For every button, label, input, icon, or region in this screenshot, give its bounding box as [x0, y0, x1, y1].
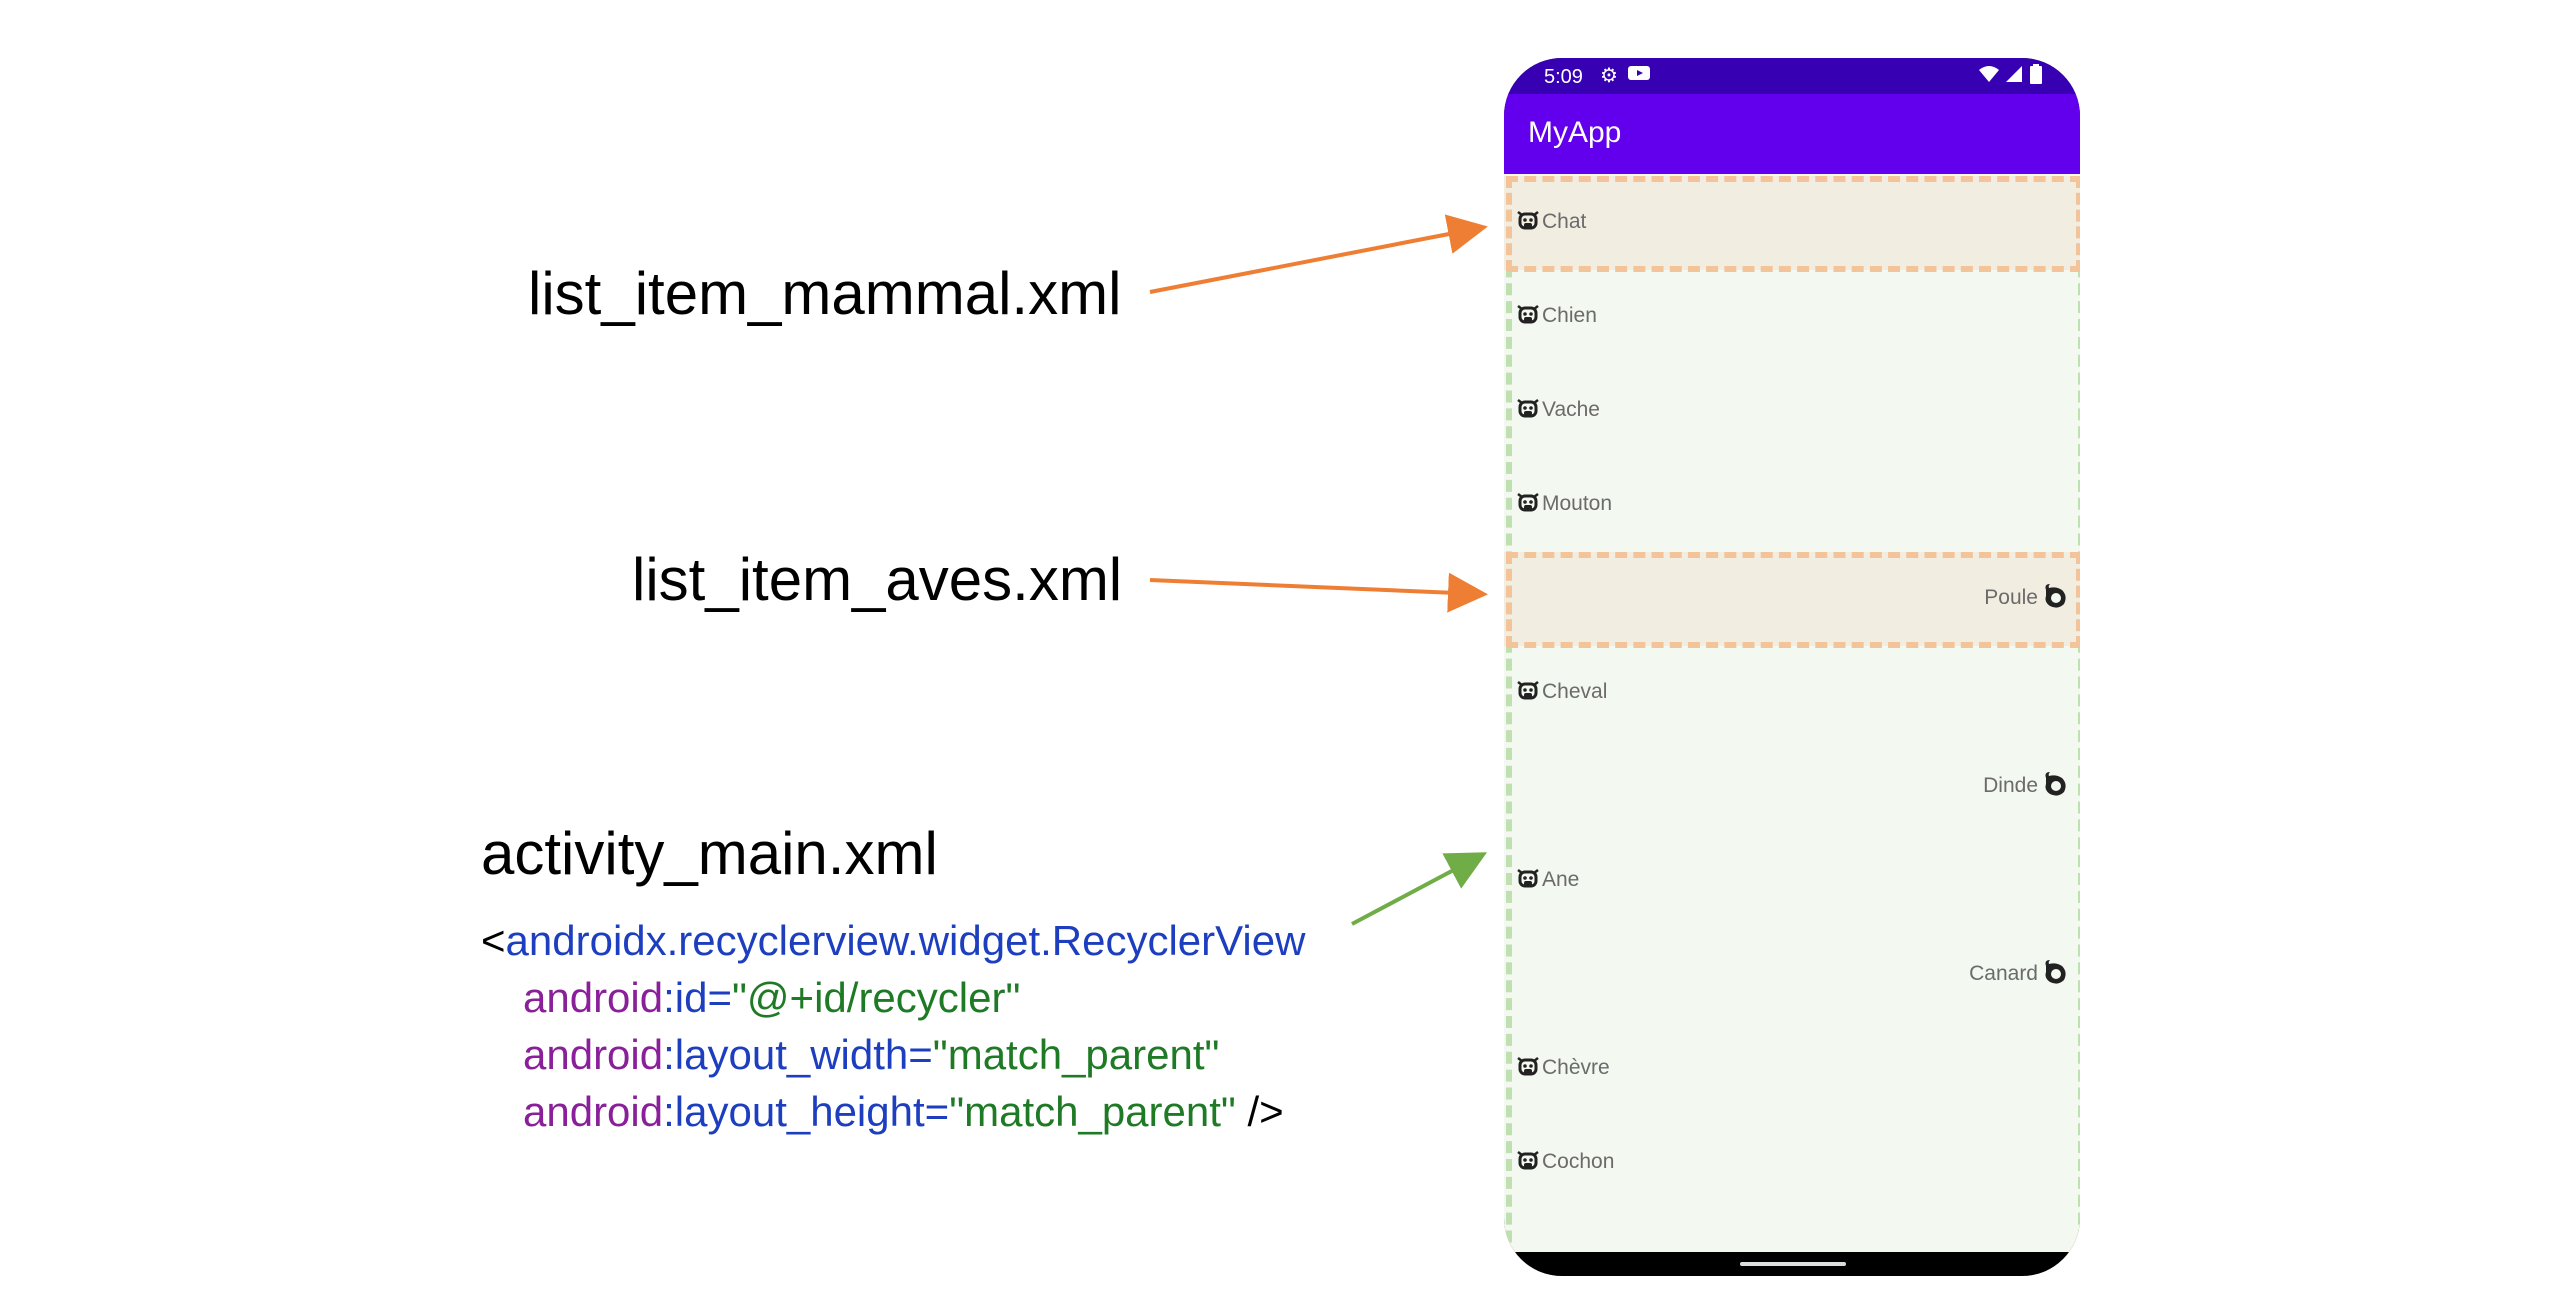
list-item-label: Cheval — [1542, 680, 1608, 703]
code-tag: androidx.recyclerview.widget.RecyclerVie… — [505, 917, 1306, 964]
list-item-label: Poule — [1984, 586, 2038, 609]
list-item-aves[interactable]: Canard — [1504, 928, 2080, 1022]
phone-screen: 5:09 ⚙ MyApp Chat Chien Vache Mouton Poule Ch… — [1504, 58, 2080, 1276]
code-attr: id — [674, 974, 708, 1021]
list-item-mammal[interactable]: Chèvre — [1504, 1022, 2080, 1116]
code-colon: : — [663, 1031, 675, 1078]
list-item-label: Chien — [1542, 304, 1597, 327]
code-value: "@+id/recycler" — [732, 974, 1021, 1021]
status-time: 5:09 — [1544, 66, 1583, 88]
mammal-item-outline — [1506, 176, 2080, 272]
mammal-icon — [1514, 488, 1542, 516]
mammal-icon — [1514, 1146, 1542, 1174]
mammal-icon — [1514, 206, 1542, 234]
list-item-label: Chat — [1542, 210, 1587, 233]
main-arrow — [1351, 852, 1488, 926]
list-item-mammal[interactable]: Ane — [1504, 834, 2080, 928]
list-item-label: Cochon — [1542, 1150, 1615, 1173]
mammal-icon — [1514, 300, 1542, 328]
bird-icon — [2040, 956, 2072, 988]
app-title: MyApp — [1528, 116, 1622, 149]
list-item-label: Mouton — [1542, 492, 1613, 515]
code-colon: : — [663, 1088, 675, 1135]
recyclerview-xml-snippet: <androidx.recyclerview.widget.RecyclerVi… — [481, 912, 1305, 1140]
code-open-bracket: < — [481, 917, 506, 964]
list-item-aves[interactable]: Poule — [1504, 552, 2080, 648]
bird-icon — [2040, 768, 2072, 800]
wifi-icon — [1978, 64, 2000, 90]
slide-canvas: list_item_mammal.xml list_item_aves.xml … — [0, 0, 2566, 1306]
list-item-label: Chèvre — [1542, 1056, 1610, 1079]
code-colon: : — [663, 974, 675, 1021]
list-item-label: Dinde — [1983, 774, 2038, 797]
list-item-label: Ane — [1542, 868, 1580, 891]
aves-layout-label: list_item_aves.xml — [632, 546, 1123, 613]
mammal-icon — [1514, 676, 1542, 704]
mammal-icon — [1514, 394, 1542, 422]
battery-icon — [2030, 64, 2042, 90]
code-eq: = — [707, 974, 733, 1021]
main-layout-label: activity_main.xml — [481, 820, 938, 887]
code-value: "match_parent" — [932, 1031, 1220, 1078]
signal-icon — [2004, 64, 2024, 90]
list-item-mammal[interactable]: Mouton — [1504, 458, 2080, 552]
list-item-mammal[interactable]: Chien — [1504, 270, 2080, 364]
gear-icon: ⚙ — [1600, 65, 1618, 87]
list-item-mammal[interactable]: Cheval — [1504, 646, 2080, 740]
mammal-icon — [1514, 864, 1542, 892]
mammal-layout-label: list_item_mammal.xml — [528, 260, 1122, 327]
list-item-label: Canard — [1969, 962, 2038, 985]
code-ns: android — [523, 974, 664, 1021]
bird-icon — [2040, 580, 2072, 612]
code-ns: android — [523, 1088, 664, 1135]
recycler-view[interactable]: Chat Chien Vache Mouton Poule Cheval Dinde Ane C… — [1504, 174, 2080, 1276]
list-item-mammal[interactable]: Vache — [1504, 364, 2080, 458]
code-close: /> — [1235, 1088, 1284, 1135]
list-item-mammal[interactable]: Cochon — [1504, 1116, 2080, 1210]
code-eq: = — [924, 1088, 950, 1135]
app-bar: MyApp — [1504, 94, 2080, 174]
list-item-mammal[interactable]: Chat — [1504, 176, 2080, 272]
gesture-handle[interactable] — [1740, 1262, 1846, 1266]
code-attr: layout_height — [674, 1088, 925, 1135]
youtube-icon — [1628, 64, 1650, 88]
aves-arrow — [1149, 572, 1488, 613]
code-eq: = — [908, 1031, 933, 1078]
navigation-bar — [1504, 1252, 2080, 1276]
mammal-icon — [1514, 1052, 1542, 1080]
status-bar: 5:09 ⚙ — [1504, 58, 2080, 94]
code-value: "match_parent" — [949, 1088, 1236, 1135]
list-item-label: Vache — [1542, 398, 1600, 421]
code-ns: android — [523, 1031, 664, 1078]
list-item-aves[interactable]: Dinde — [1504, 740, 2080, 834]
code-attr: layout_width — [674, 1031, 909, 1078]
mammal-arrow — [1149, 214, 1488, 294]
